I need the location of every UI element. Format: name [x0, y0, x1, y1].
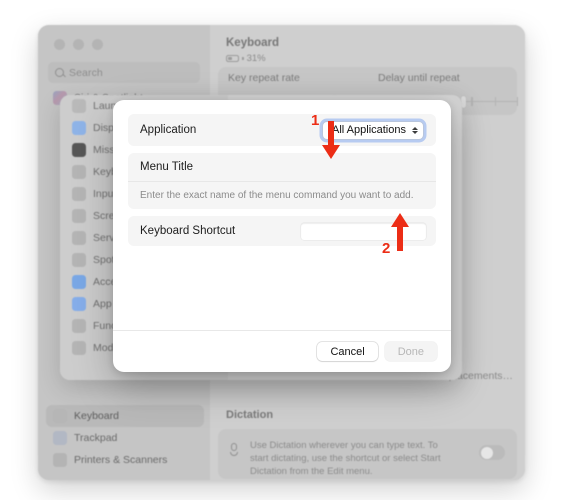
search-input[interactable]: Search [48, 62, 200, 83]
display-icon [72, 121, 86, 135]
screenshot-root: Search Siri & Spotlight Keyboard Trackpa… [0, 0, 561, 500]
keyboard-icon [72, 165, 86, 179]
app-shortcuts-icon [72, 297, 86, 311]
application-label: Application [140, 124, 197, 136]
sidebar-item-trackpad[interactable]: Trackpad [46, 427, 204, 449]
screenshot-icon [72, 209, 86, 223]
sidebar-item-keyboard[interactable]: Keyboard [46, 405, 204, 427]
application-row: Application All Applications [128, 114, 436, 146]
function-keys-icon [72, 319, 86, 333]
dictation-toggle[interactable] [479, 445, 505, 460]
menu-title-row[interactable]: Menu Title [128, 153, 436, 182]
mission-control-icon [72, 143, 86, 157]
printer-icon [53, 453, 67, 467]
sidebar-item-printers-scanners[interactable]: Printers & Scanners [46, 449, 204, 471]
annotation-arrow-2 [390, 213, 409, 251]
delay-until-repeat-label: Delay until repeat [378, 72, 460, 84]
modifier-keys-icon [72, 341, 86, 355]
battery-percent: 31% [246, 53, 266, 64]
window-traffic-lights[interactable] [54, 39, 103, 50]
cancel-button[interactable]: Cancel [317, 342, 378, 361]
chevron-updown-icon [412, 126, 418, 134]
minimize-button-icon[interactable] [73, 39, 84, 50]
application-value: All Applications [332, 124, 406, 136]
keyboard-icon [53, 409, 67, 423]
menu-title-label: Menu Title [140, 161, 194, 173]
menu-title-field-card: Menu Title Enter the exact name of the m… [128, 153, 436, 209]
zoom-button-icon[interactable] [92, 39, 103, 50]
sidebar-item-label: Keyboard [74, 410, 119, 422]
services-icon [72, 231, 86, 245]
key-repeat-rate-label: Key repeat rate [228, 72, 300, 84]
dictation-description: Use Dictation wherever you can type text… [250, 440, 441, 477]
application-field-card: Application All Applications [128, 114, 436, 146]
spotlight-icon [72, 253, 86, 267]
input-sources-icon [72, 187, 86, 201]
dictation-card: Use Dictation wherever you can type text… [218, 429, 517, 479]
sidebar-item-label: Trackpad [74, 432, 118, 444]
keyboard-shortcut-label: Keyboard Shortcut [140, 225, 236, 237]
menu-title-hint: Enter the exact name of the menu command… [140, 190, 414, 201]
search-placeholder: Search [69, 66, 103, 79]
close-button-icon[interactable] [54, 39, 65, 50]
annotation-number-1: 1 [311, 112, 320, 129]
microphone-icon [230, 443, 238, 456]
battery-cap-icon [242, 56, 244, 61]
launchpad-icon [72, 99, 86, 113]
sidebar-item-label: Printers & Scanners [74, 454, 168, 466]
sidebar-list-bottom: Keyboard Trackpad Printers & Scanners [46, 405, 204, 471]
trackpad-icon [53, 431, 67, 445]
keyboard-battery-status: 31% [226, 53, 266, 64]
dialog-footer: Cancel Done [113, 330, 451, 372]
annotation-arrow-1 [321, 121, 340, 159]
done-button: Done [384, 342, 437, 361]
accessibility-icon [72, 275, 86, 289]
search-icon [55, 68, 64, 77]
battery-icon [226, 55, 239, 62]
dictation-section-title: Dictation [226, 409, 274, 421]
page-title: Keyboard [226, 37, 280, 49]
